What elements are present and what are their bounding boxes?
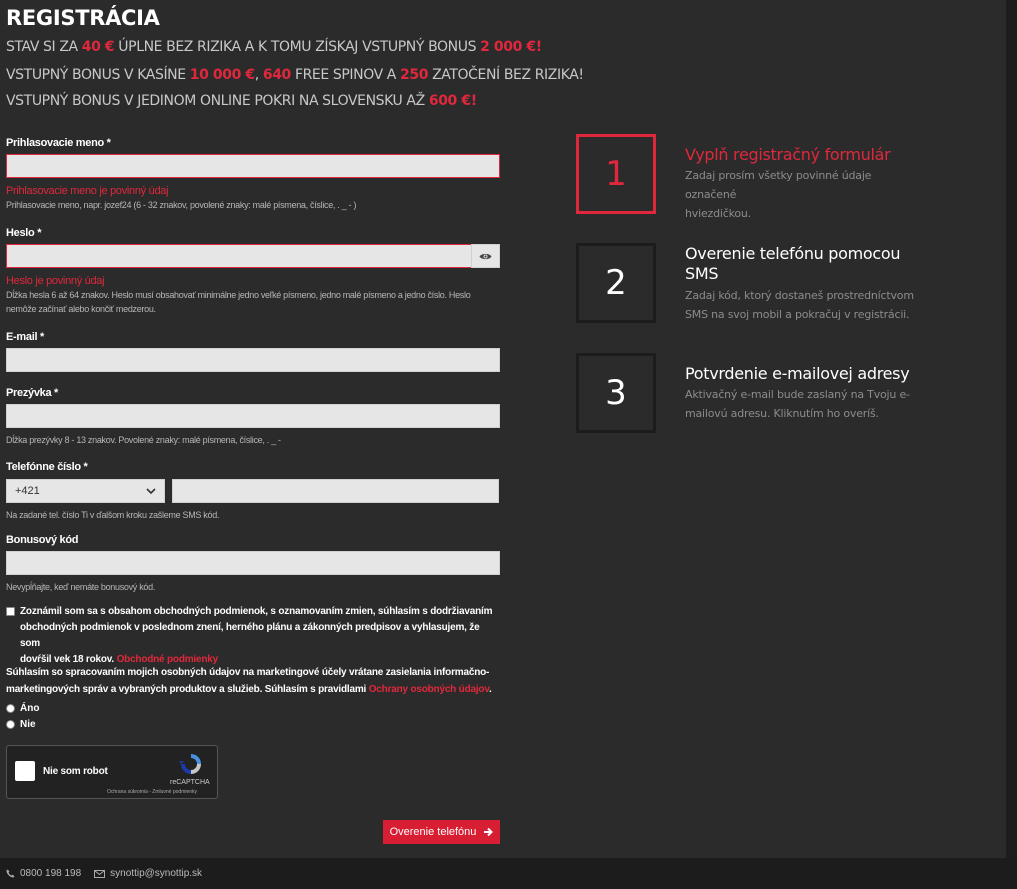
username-label: Prihlasovacie meno *	[6, 137, 111, 149]
phone-icon	[6, 869, 15, 878]
recaptcha-label: Nie som robot	[43, 766, 108, 777]
footer-email-text: synottip@synottip.sk	[110, 868, 203, 879]
terms-checkbox[interactable]	[6, 607, 15, 616]
consent-yes-label: Áno	[20, 703, 40, 714]
recaptcha-terms[interactable]: Ochrana súkromia - Zmluvné podmienky	[107, 789, 197, 795]
show-password-button[interactable]	[471, 244, 500, 268]
recaptcha-brand: reCAPTCHA	[170, 779, 210, 786]
eye-icon	[479, 253, 492, 259]
promo-line-3: VSTUPNÝ BONUS V JEDINOM ONLINE POKRI NA …	[6, 93, 477, 109]
password-hint-2: nemôže začínať alebo končiť medzerou.	[6, 304, 156, 314]
terms-text: Zoznámil som sa s obsahom obchodných pod…	[20, 606, 493, 665]
consent-text: Súhlasím so spracovaním mojich osobných …	[6, 667, 492, 695]
phone-prefix-select[interactable]: +421	[6, 479, 165, 503]
consent-no-option[interactable]: Nie	[6, 719, 36, 730]
recaptcha-logo-icon	[179, 754, 201, 774]
envelope-icon	[94, 869, 106, 878]
bonus-hint: Nevypĺňajte, keď nemáte bonusový kód.	[6, 582, 156, 592]
consent-yes-option[interactable]: Áno	[6, 703, 39, 714]
password-label: Heslo *	[6, 227, 42, 239]
verify-phone-button[interactable]: Overenie telefónu	[383, 820, 500, 844]
phone-label: Telefónne číslo *	[6, 461, 88, 473]
password-error: Heslo je povinný údaj	[6, 275, 105, 287]
step-1-desc: Zadaj prosím všetky povinné údaje označe…	[685, 169, 872, 220]
arrow-right-icon	[484, 827, 494, 837]
step-3-title: Potvrdenie e-mailovej adresy	[685, 364, 910, 383]
step-2-title: Overenie telefónu pomocou SMS	[685, 244, 901, 283]
verify-phone-label: Overenie telefónu	[389, 826, 477, 838]
step-3-desc: Aktivačný e-mail bude zaslaný na Tvoju e…	[685, 388, 910, 420]
promo-line-1: STAV SI ZA 40 € ÚPLNE BEZ RIZIKA A K TOM…	[6, 39, 542, 55]
page-title: REGISTRÁCIA	[6, 6, 160, 30]
step-2-badge: 2	[576, 243, 656, 323]
email-input[interactable]	[6, 348, 500, 372]
step-3-badge: 3	[576, 353, 656, 433]
footer-email[interactable]: synottip@synottip.sk	[94, 868, 202, 879]
recaptcha-checkbox[interactable]	[15, 761, 35, 781]
username-hint: Prihlasovacie meno, napr. jozef24 (6 - 3…	[6, 200, 357, 210]
step-2-desc: Zadaj kód, ktorý dostaneš prostredníctvo…	[685, 289, 914, 321]
step-1-badge: 1	[576, 134, 656, 214]
username-input[interactable]	[6, 154, 500, 178]
footer-phone[interactable]: 0800 198 198	[6, 868, 81, 879]
terms-row: Zoznámil som sa s obsahom obchodných pod…	[6, 604, 495, 668]
phone-hint: Na zadané tel. číslo Ti v ďalšom kroku z…	[6, 510, 220, 520]
step-1-title: Vyplň registračný formulár	[685, 145, 891, 164]
phone-input[interactable]	[172, 479, 499, 503]
bonus-code-input[interactable]	[6, 551, 500, 575]
bonus-label: Bonusový kód	[6, 534, 79, 546]
privacy-link[interactable]: Ochrany osobných údajov	[369, 684, 489, 695]
nickname-label: Prezývka *	[6, 387, 59, 399]
email-label: E-mail *	[6, 331, 44, 343]
username-error: Prihlasovacie meno je povinný údaj	[6, 185, 169, 197]
promo-line-2: VSTUPNÝ BONUS V KASÍNE 10 000 €, 640 FRE…	[6, 67, 584, 83]
password-input[interactable]	[6, 244, 472, 268]
consent-yes-radio[interactable]	[6, 704, 15, 713]
phone-prefix-value: +421	[15, 485, 40, 497]
right-edge-strip	[1006, 0, 1017, 858]
nickname-input[interactable]	[6, 404, 500, 428]
footer-phone-text: 0800 198 198	[20, 868, 82, 879]
password-hint-1: Dĺžka hesla 6 až 64 znakov. Heslo musí o…	[6, 290, 471, 300]
chevron-down-icon	[146, 488, 156, 494]
consent-no-radio[interactable]	[6, 720, 15, 729]
nickname-hint: Dĺžka prezývky 8 - 13 znakov. Povolené z…	[6, 435, 281, 445]
footer: 0800 198 198 synottip@synottip.sk	[0, 858, 1017, 889]
consent-no-label: Nie	[20, 719, 36, 730]
recaptcha-widget: Nie som robot reCAPTCHA Ochrana súkromia…	[6, 745, 218, 799]
